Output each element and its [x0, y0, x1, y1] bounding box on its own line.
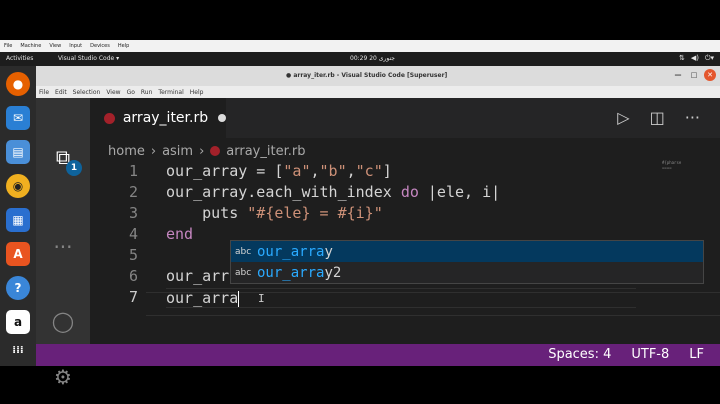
help-icon[interactable]: ? [6, 276, 30, 300]
eol-status[interactable]: LF [689, 347, 704, 362]
vm-menu-machine[interactable]: Machine [20, 40, 41, 52]
screen: File Machine View Input Devices Help Act… [0, 0, 720, 404]
vm-menubar: File Machine View Input Devices Help [0, 40, 720, 52]
accounts-icon[interactable]: ◯ [50, 308, 76, 334]
code-line-4: end [166, 225, 194, 243]
app-menu[interactable]: Visual Studio Code ▾ [58, 55, 119, 62]
unsaved-dot-icon[interactable] [218, 114, 226, 122]
code-line-2: our_array.each_with_index do |ele, i| [166, 183, 501, 201]
tab-label: array_iter.rb [122, 110, 209, 126]
tab-strip: array_iter.rb ▷ ◫ ··· [90, 98, 720, 138]
breadcrumb: home › asim › array_iter.rb [108, 140, 305, 162]
menu-view[interactable]: View [106, 89, 120, 96]
show-apps-icon[interactable]: ⁞⁞⁞ [6, 338, 30, 362]
line-number: 1 [128, 162, 138, 180]
code-line-3: puts "#{ele} = #{i}" [166, 204, 383, 222]
system-tray[interactable]: ⇅ ◀) ⏻▾ [679, 54, 714, 63]
power-icon: ⏻▾ [704, 54, 714, 62]
encoding-status[interactable]: UTF-8 [631, 347, 669, 362]
vm-menu-devices[interactable]: Devices [90, 40, 110, 52]
more-icon[interactable]: ··· [50, 234, 76, 260]
breadcrumb-separator-icon: › [199, 143, 205, 159]
text-suggestion-icon: abc [235, 267, 252, 278]
minimap[interactable]: #{pharse ==== [662, 160, 708, 178]
menu-edit[interactable]: Edit [55, 89, 67, 96]
text-cursor [238, 290, 240, 307]
ruby-file-icon [104, 112, 115, 124]
app-menubar: File Edit Selection View Go Run Terminal… [36, 86, 720, 98]
text-suggestion-icon: abc [235, 246, 252, 257]
suggestion-our-array2[interactable]: abc our_array2 [231, 262, 703, 283]
suggest-widget: abc our_array abc our_array2 [230, 240, 704, 284]
gnome-top-bar: Activities Visual Studio Code ▾ 00:29 20… [0, 52, 720, 66]
activity-bar: ⧉ 1 ··· ◯ ⚙ [36, 98, 90, 389]
line-number: 7 [128, 288, 138, 306]
breadcrumb-separator-icon: › [150, 143, 157, 159]
code-line-1: our_array = ["a","b","c"] [166, 162, 392, 180]
amazon-icon[interactable]: a [6, 310, 30, 334]
indentation-status[interactable]: Spaces: 4 [548, 347, 611, 362]
close-icon[interactable]: ✕ [704, 69, 716, 81]
files-icon[interactable]: ▤ [6, 140, 30, 164]
volume-icon: ◀) [690, 54, 699, 62]
settings-gear-icon[interactable]: ⚙ [50, 364, 76, 390]
line-number: 4 [128, 225, 138, 243]
vm-menu-view[interactable]: View [49, 40, 61, 52]
thunderbird-icon[interactable]: ✉ [6, 106, 30, 130]
line-number: 5 [128, 246, 138, 264]
network-icon: ⇅ [678, 54, 685, 62]
code-line-7[interactable]: our_arra [166, 288, 636, 308]
rhythmbox-icon[interactable]: ◉ [6, 174, 30, 198]
suggestion-our-array[interactable]: abc our_array [231, 241, 703, 262]
explorer-badge: 1 [66, 160, 82, 176]
ruby-file-icon [210, 146, 221, 156]
breadcrumb-home[interactable]: home [108, 144, 145, 159]
menu-go[interactable]: Go [127, 89, 135, 96]
suggestion-label: our_array2 [257, 264, 342, 281]
clock[interactable]: 00:29 20 جنوری [350, 55, 395, 62]
software-icon[interactable]: A [6, 242, 30, 266]
menu-terminal[interactable]: Terminal [158, 89, 183, 96]
split-editor-icon[interactable]: ◫ [650, 108, 665, 127]
vm-menu-help[interactable]: Help [118, 40, 129, 52]
firefox-icon[interactable]: ● [6, 72, 30, 96]
minimap-line: ==== [662, 165, 672, 170]
minimize-icon[interactable]: — [672, 69, 684, 81]
dock: ● ✉ ▤ ◉ ▦ A ? a ⁞⁞⁞ [0, 66, 36, 366]
activities-button[interactable]: Activities [6, 55, 33, 62]
vm-menu-input[interactable]: Input [69, 40, 82, 52]
line-number: 3 [128, 204, 138, 222]
tab-array-iter[interactable]: array_iter.rb [90, 98, 226, 138]
vm-menu-file[interactable]: File [4, 40, 12, 52]
line-number: 2 [128, 183, 138, 201]
menu-file[interactable]: File [39, 89, 49, 96]
menu-help[interactable]: Help [190, 89, 204, 96]
menu-run[interactable]: Run [141, 89, 153, 96]
breadcrumb-asim[interactable]: asim [162, 144, 193, 159]
menu-selection[interactable]: Selection [73, 89, 101, 96]
run-icon[interactable]: ▷ [617, 108, 629, 127]
maximize-icon[interactable]: □ [688, 69, 700, 81]
breadcrumb-file[interactable]: array_iter.rb [226, 144, 305, 159]
window-title: ● array_iter.rb - Visual Studio Code [Su… [286, 72, 448, 79]
line-number: 6 [128, 267, 138, 285]
ibeam-cursor-icon: I [258, 292, 265, 305]
status-bar: Spaces: 4 UTF-8 LF [36, 344, 720, 366]
suggestion-label: our_array [257, 243, 333, 260]
window-titlebar[interactable]: ● array_iter.rb - Visual Studio Code [Su… [36, 66, 720, 86]
writer-icon[interactable]: ▦ [6, 208, 30, 232]
code-line-6: our_arr [166, 267, 230, 285]
editor-actions: ▷ ◫ ··· [617, 108, 700, 127]
more-actions-icon[interactable]: ··· [685, 108, 700, 127]
